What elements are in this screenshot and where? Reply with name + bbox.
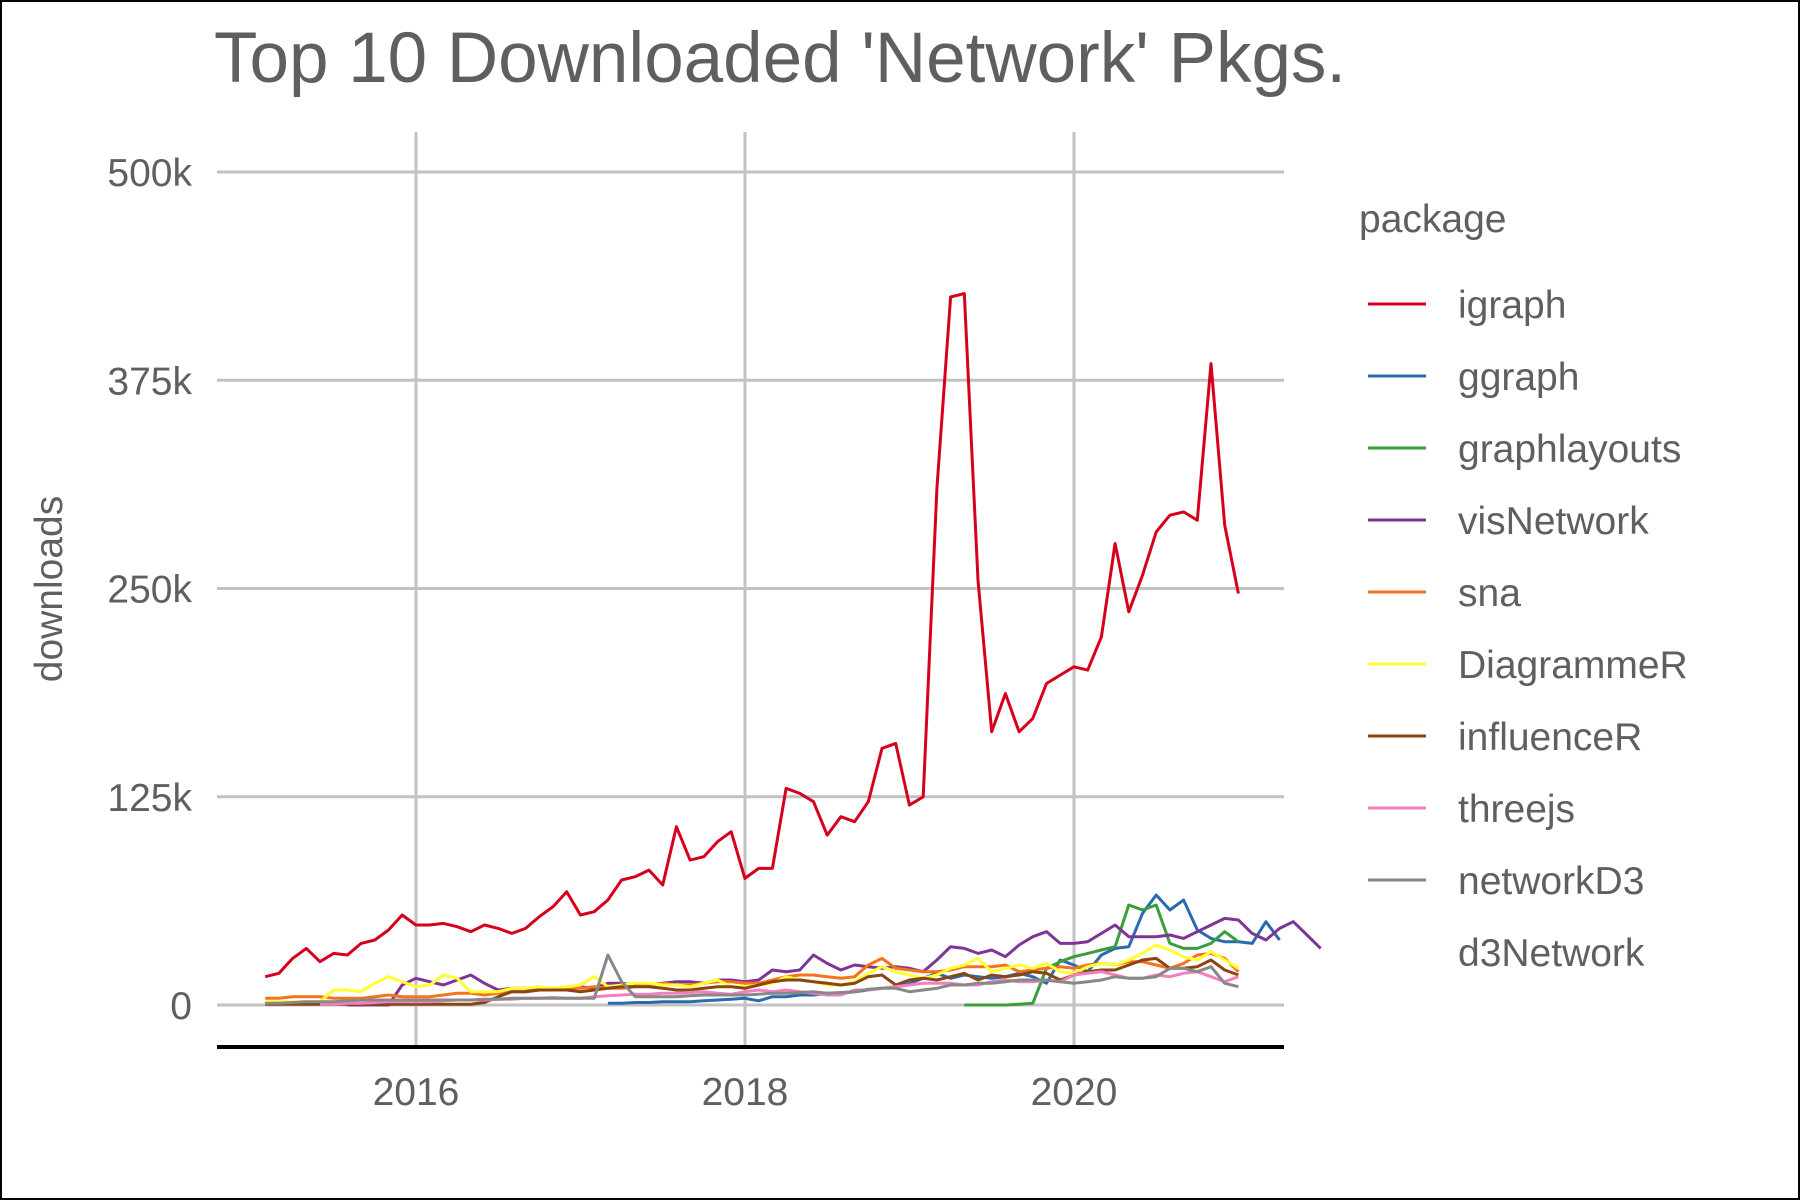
x-tick-labels: 2016 2018 2020 <box>373 1071 1118 1114</box>
legend-label-d3Network: d3Network <box>1458 932 1645 975</box>
series-line-igraph <box>264 292 1240 979</box>
x-tick-label: 2016 <box>373 1071 460 1114</box>
y-tick-label: 0 <box>170 985 192 1028</box>
legend-label-visNetwork: visNetwork <box>1458 500 1649 543</box>
legend-item-networkD3: networkD3 <box>1368 860 1644 903</box>
legend-label-threejs: threejs <box>1458 788 1575 831</box>
legend-label-networkD3: networkD3 <box>1458 860 1644 903</box>
chart: Top 10 Downloaded 'Network' Pkgs. 0 125k 2… <box>28 19 1688 1114</box>
legend-title: package <box>1359 198 1506 241</box>
legend: package igraph ggraph graphlayouts visNetwo… <box>1359 198 1688 975</box>
legend-label-igraph: igraph <box>1458 284 1566 327</box>
legend-item-influenceR: influenceR <box>1368 716 1642 759</box>
legend-item-graphlayouts: graphlayouts <box>1368 428 1681 471</box>
y-axis-title: downloads <box>28 496 71 682</box>
y-tick-label: 250k <box>107 569 192 612</box>
x-tick-label: 2020 <box>1031 1071 1118 1114</box>
legend-item-ggraph: ggraph <box>1368 356 1579 399</box>
legend-item-sna: sna <box>1368 572 1521 615</box>
legend-label-ggraph: ggraph <box>1458 356 1579 399</box>
y-tick-label: 125k <box>107 777 192 820</box>
legend-item-d3Network: d3Network <box>1368 932 1645 975</box>
legend-label-sna: sna <box>1458 572 1521 615</box>
legend-item-visNetwork: visNetwork <box>1368 500 1649 543</box>
chart-frame: Top 10 Downloaded 'Network' Pkgs. 0 125k 2… <box>2 2 1798 1198</box>
legend-item-DiagrammeR: DiagrammeR <box>1368 644 1688 687</box>
legend-label-graphlayouts: graphlayouts <box>1458 428 1681 471</box>
legend-item-threejs: threejs <box>1368 788 1575 831</box>
legend-label-DiagrammeR: DiagrammeR <box>1458 644 1688 687</box>
y-tick-label: 375k <box>107 360 192 403</box>
legend-item-igraph: igraph <box>1368 284 1566 327</box>
y-tick-label: 500k <box>107 152 192 195</box>
y-tick-labels: 0 125k 250k 375k 500k <box>107 152 192 1028</box>
legend-label-influenceR: influenceR <box>1458 716 1642 759</box>
chart-title: Top 10 Downloaded 'Network' Pkgs. <box>214 19 1346 98</box>
series-layer <box>264 292 1322 1007</box>
x-tick-label: 2018 <box>702 1071 789 1114</box>
